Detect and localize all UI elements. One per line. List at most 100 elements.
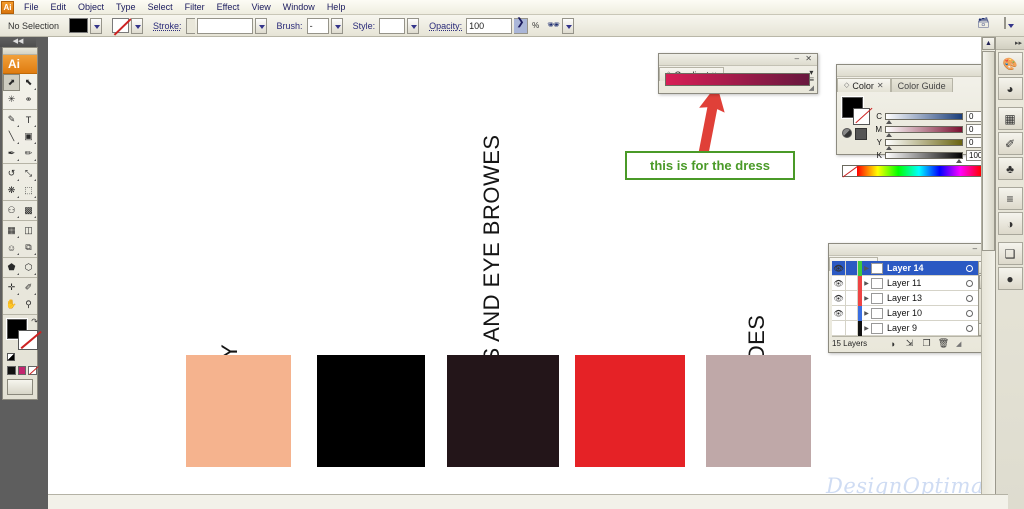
- cmyk-slider-k[interactable]: [885, 152, 963, 163]
- menu-edit[interactable]: Edit: [45, 0, 73, 14]
- color-panel-stroke-swatch[interactable]: [853, 108, 870, 125]
- layer-lock-toggle-14[interactable]: [846, 260, 858, 276]
- layer-target-icon-10[interactable]: [966, 309, 973, 317]
- layer-lock-toggle-11[interactable]: [846, 275, 858, 291]
- layer-target-icon-14[interactable]: [966, 264, 973, 272]
- fill-swatch[interactable]: [69, 18, 89, 33]
- preferences-icon[interactable]: [1004, 17, 1006, 29]
- color-swatch-hair[interactable]: [317, 355, 425, 467]
- transparency-dock-icon[interactable]: ◑: [997, 212, 1023, 235]
- gradient-panel[interactable]: – ✕ ◇ Gradient × ▾≡ ◢: [658, 53, 818, 94]
- rectangle-tool[interactable]: ▣: [20, 128, 37, 145]
- menu-filter[interactable]: Filter: [179, 0, 211, 14]
- color-spectrum-ramp[interactable]: [842, 165, 1000, 177]
- layer-visibility-icon-13[interactable]: 👁: [832, 290, 846, 306]
- magic-wand-tool[interactable]: ✳: [3, 91, 20, 108]
- menu-view[interactable]: View: [245, 0, 276, 14]
- toolbox-stroke-swatch[interactable]: [18, 330, 38, 350]
- color-tab-close-icon[interactable]: ✕: [877, 79, 884, 93]
- stroke-dropdown-icon[interactable]: [131, 17, 144, 34]
- canvas-horizontal-scrollbar[interactable]: [48, 494, 1008, 509]
- cmyk-slider-y[interactable]: [885, 139, 963, 150]
- layer-row-13[interactable]: 👁 ▶ Layer 13: [832, 290, 979, 306]
- lasso-tool[interactable]: ⚭: [20, 91, 37, 108]
- layer-target-icon-11[interactable]: [966, 279, 973, 287]
- isolate-dropdown-icon[interactable]: [561, 17, 574, 34]
- create-new-layer-icon[interactable]: ❐: [918, 338, 935, 349]
- rotate-tool[interactable]: ↺: [3, 165, 20, 182]
- paintbrush-tool[interactable]: ✒: [3, 145, 20, 162]
- stroke-stepper-icon[interactable]: [185, 17, 195, 34]
- stroke-none-swatch[interactable]: [112, 18, 130, 33]
- appearance-dock-icon[interactable]: ❑: [997, 242, 1023, 265]
- brush-value[interactable]: -: [306, 17, 329, 34]
- style-control[interactable]: Style:: [353, 17, 420, 34]
- blend-tool[interactable]: ⧉: [20, 239, 37, 256]
- layer-expand-icon-9[interactable]: ▶: [862, 325, 871, 332]
- layer-target-icon-9[interactable]: [966, 324, 973, 332]
- spectrum-none-icon[interactable]: [843, 166, 857, 176]
- opacity-dropdown-icon[interactable]: [514, 17, 529, 34]
- gradient-panel-titlebar[interactable]: – ✕: [659, 54, 817, 66]
- color-swatch-body[interactable]: [186, 355, 291, 467]
- column-graph-tool[interactable]: ▩: [20, 202, 37, 219]
- symbol-sprayer-tool[interactable]: ⚇: [3, 202, 20, 219]
- tab-color[interactable]: ◇ Color ✕: [837, 78, 891, 92]
- isolation-control[interactable]: 🕶: [547, 17, 574, 34]
- menu-help[interactable]: Help: [321, 0, 352, 14]
- layer-row-10[interactable]: 👁 ▶ Layer 10: [832, 305, 979, 321]
- fill-dropdown-icon[interactable]: [90, 17, 103, 34]
- mesh-tool[interactable]: ▦: [3, 222, 20, 239]
- layer-visibility-icon-10[interactable]: 👁: [832, 305, 846, 321]
- toolbox-drag-handle[interactable]: [3, 48, 37, 55]
- opacity-control[interactable]: Opacity: 100 %: [429, 17, 539, 34]
- create-new-sublayer-icon[interactable]: ⇲: [901, 338, 918, 349]
- layer-name-11[interactable]: Layer 11: [887, 278, 966, 288]
- free-transform-tool[interactable]: ⬚: [20, 182, 37, 199]
- fill-color-control[interactable]: [69, 17, 103, 34]
- stroke-weight-control[interactable]: Stroke:: [153, 17, 267, 34]
- layer-target-icon-13[interactable]: [966, 294, 973, 302]
- layer-row-14[interactable]: 👁 ▶ Layer 14: [832, 260, 979, 276]
- brush-dropdown-icon[interactable]: [330, 17, 343, 34]
- layer-name-10[interactable]: Layer 10: [887, 308, 966, 318]
- scroll-up-icon[interactable]: ▲: [982, 37, 995, 50]
- default-fill-stroke-icon[interactable]: [7, 353, 15, 361]
- layer-lock-toggle-10[interactable]: [846, 305, 858, 321]
- color-swatch-shades[interactable]: [706, 355, 811, 467]
- layer-expand-icon-13[interactable]: ▶: [862, 295, 871, 302]
- canvas-vertical-scrollbar[interactable]: ▲: [981, 37, 995, 509]
- scale-tool[interactable]: ⤡: [20, 165, 37, 182]
- color-dock-icon[interactable]: 🎨: [997, 52, 1023, 75]
- color-mode-none-icon[interactable]: [28, 366, 38, 375]
- live-paint-selection-tool[interactable]: ⬡: [20, 259, 37, 276]
- swatches-dock-icon[interactable]: ▦: [997, 107, 1023, 130]
- type-tool[interactable]: T: [20, 111, 37, 128]
- direct-selection-tool[interactable]: ⬉: [20, 74, 37, 91]
- menu-effect[interactable]: Effect: [211, 0, 246, 14]
- make-clipping-mask-icon[interactable]: ◑: [884, 339, 901, 349]
- eyedropper-tool[interactable]: ☺: [3, 239, 20, 256]
- stroke-color-control[interactable]: [112, 17, 144, 34]
- gradient-strip[interactable]: [665, 73, 810, 86]
- selection-tool[interactable]: ⬈: [3, 74, 20, 91]
- delete-selection-icon[interactable]: 🗑: [935, 338, 952, 349]
- layer-lock-toggle-13[interactable]: [846, 290, 858, 306]
- layer-name-14[interactable]: Layer 14: [887, 263, 966, 273]
- layer-visibility-icon-11[interactable]: 👁: [832, 275, 846, 291]
- artboard-tool[interactable]: ✛: [3, 279, 20, 296]
- tab-color-guide[interactable]: Color Guide: [890, 78, 953, 92]
- layer-name-9[interactable]: Layer 9: [887, 323, 966, 333]
- line-segment-tool[interactable]: ╲: [3, 128, 20, 145]
- isolate-icon[interactable]: 🕶: [547, 20, 560, 31]
- layer-expand-icon-14[interactable]: ▶: [862, 265, 871, 272]
- stroke-weight-input[interactable]: [196, 17, 253, 34]
- gradient-resize-grip-icon[interactable]: ◢: [809, 84, 814, 92]
- color-swatch-lips[interactable]: [575, 355, 685, 467]
- gradient-tool[interactable]: ◫: [20, 222, 37, 239]
- slice-tool[interactable]: ✐: [20, 279, 37, 296]
- opacity-input[interactable]: 100: [466, 17, 513, 34]
- warp-tool[interactable]: ❋: [3, 182, 20, 199]
- menu-object[interactable]: Object: [72, 0, 110, 14]
- gradient-panel-window-buttons[interactable]: – ✕: [795, 54, 814, 63]
